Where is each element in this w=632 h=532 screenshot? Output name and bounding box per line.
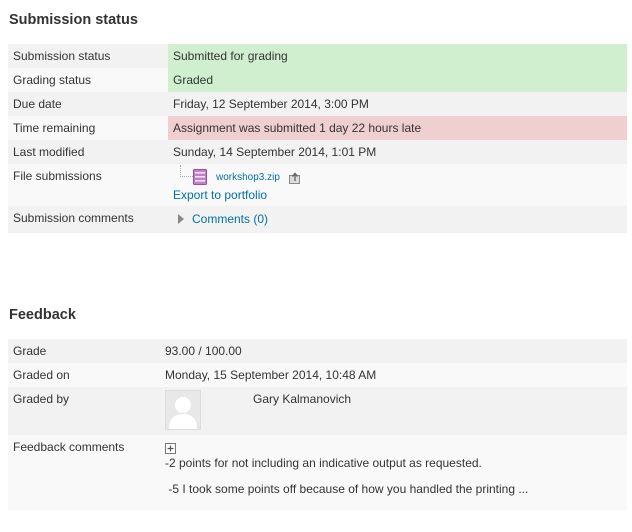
export-to-portfolio-link[interactable]: Export to portfolio — [173, 188, 267, 202]
feedback-line: -5 I took some points off because of how… — [165, 482, 529, 496]
row-label: Graded by — [8, 387, 160, 435]
row-label: Grade — [8, 339, 160, 363]
feedback-table: Grade 93.00 / 100.00 Graded on Monday, 1… — [8, 339, 627, 510]
table-row: Due date Friday, 12 September 2014, 3:00… — [8, 92, 627, 116]
feedback-line: -2 points for not including an indicativ… — [165, 456, 482, 470]
row-label: Feedback comments — [8, 435, 160, 510]
zip-archive-icon — [193, 169, 207, 185]
table-row: Feedback comments -2 points for not incl… — [8, 435, 627, 510]
due-date-value: Friday, 12 September 2014, 3:00 PM — [168, 92, 627, 116]
grader-name: Gary Kalmanovich — [253, 392, 352, 406]
feedback-heading: Feedback — [9, 307, 76, 323]
submission-status-value: Submitted for grading — [168, 44, 627, 68]
file-submissions-cell: workshop3.zip Export to portfolio — [168, 164, 627, 206]
time-remaining-value: Assignment was submitted 1 day 22 hours … — [168, 116, 627, 140]
comments-link[interactable]: Comments (0) — [192, 206, 268, 232]
row-label: Time remaining — [8, 116, 168, 140]
row-label: Grading status — [8, 68, 168, 92]
submission-status-heading: Submission status — [9, 12, 138, 28]
table-row: Graded on Monday, 15 September 2014, 10:… — [8, 363, 627, 387]
table-row: Grading status Graded — [8, 68, 627, 92]
grader-avatar[interactable] — [165, 390, 201, 430]
file-entry: workshop3.zip — [173, 164, 622, 188]
table-row: File submissions workshop3.zip Export to… — [8, 164, 627, 206]
graded-by-cell: Gary Kalmanovich — [160, 387, 627, 435]
feedback-comments-cell: -2 points for not including an indicativ… — [160, 435, 627, 510]
table-row: Graded by Gary Kalmanovich — [8, 387, 627, 435]
table-row: Last modified Sunday, 14 September 2014,… — [8, 140, 627, 164]
tree-connector — [180, 165, 193, 177]
last-modified-value: Sunday, 14 September 2014, 1:01 PM — [168, 140, 627, 164]
table-row: Submission status Submitted for grading — [8, 44, 627, 68]
grading-status-value: Graded — [168, 68, 627, 92]
comments-toggle[interactable]: Comments (0) — [178, 206, 268, 232]
row-label: Last modified — [8, 140, 168, 164]
submission-status-table: Submission status Submitted for grading … — [8, 44, 627, 233]
graded-on-value: Monday, 15 September 2014, 10:48 AM — [160, 363, 627, 387]
row-label: Submission status — [8, 44, 168, 68]
grade-value: 93.00 / 100.00 — [160, 339, 627, 363]
expand-plus-icon[interactable] — [165, 443, 176, 454]
row-label: Submission comments — [8, 206, 168, 233]
expand-triangle-icon — [178, 214, 184, 224]
table-row: Grade 93.00 / 100.00 — [8, 339, 627, 363]
row-label: File submissions — [8, 164, 168, 206]
table-row: Submission comments Comments (0) — [8, 206, 627, 233]
submission-comments-cell: Comments (0) — [168, 206, 627, 233]
export-to-portfolio-icon[interactable] — [289, 172, 302, 184]
user-silhouette-icon — [169, 397, 197, 429]
row-label: Graded on — [8, 363, 160, 387]
table-row: Time remaining Assignment was submitted … — [8, 116, 627, 140]
row-label: Due date — [8, 92, 168, 116]
file-download-link[interactable]: workshop3.zip — [216, 166, 280, 190]
